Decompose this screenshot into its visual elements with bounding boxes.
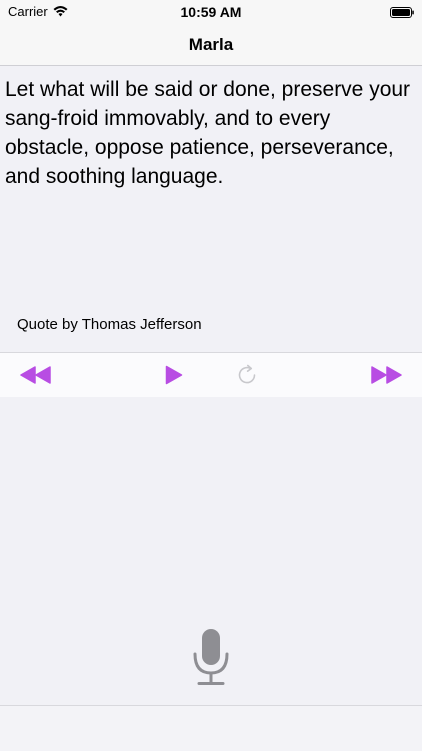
quote-text: Let what will be said or done, preserve … bbox=[5, 78, 411, 188]
status-bar: Carrier 10:59 AM bbox=[0, 0, 422, 24]
fast-forward-icon[interactable] bbox=[371, 366, 402, 384]
quote-author: Quote by Thomas Jefferson bbox=[17, 316, 202, 333]
page-title: Marla bbox=[188, 35, 234, 54]
play-icon[interactable] bbox=[165, 365, 183, 385]
battery-icon bbox=[390, 5, 414, 18]
navigation-bar: Marla bbox=[0, 24, 422, 66]
rewind-icon[interactable] bbox=[20, 366, 51, 384]
playback-controls bbox=[0, 353, 422, 397]
microphone-icon[interactable] bbox=[192, 628, 230, 686]
status-time: 10:59 AM bbox=[180, 4, 242, 20]
quote-panel: Let what will be said or done, preserve … bbox=[0, 66, 422, 353]
bottom-toolbar bbox=[0, 705, 422, 751]
refresh-icon bbox=[235, 363, 259, 387]
